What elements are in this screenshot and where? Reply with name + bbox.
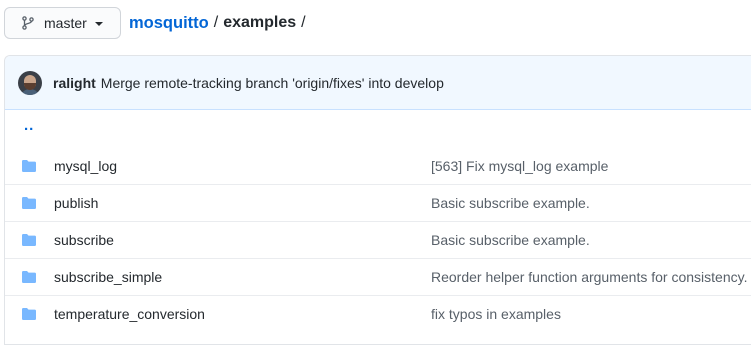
file-commit-message-link[interactable]: Basic subscribe example. [431,195,590,211]
breadcrumb: mosquitto / examples / [129,14,311,33]
file-commit-message-link[interactable]: Reorder helper function arguments for co… [431,269,747,285]
breadcrumb-current: examples [223,14,297,31]
folder-icon [21,269,37,285]
branch-name: master [44,15,87,31]
breadcrumb-separator: / [301,14,306,31]
parent-directory-row: .. [5,110,751,147]
git-branch-icon [20,15,36,31]
chevron-down-icon [94,22,103,26]
file-row: subscribe_simple Reorder helper function… [5,258,751,295]
file-name-link[interactable]: temperature_conversion [54,306,431,322]
commit-message-link[interactable]: Merge remote-tracking branch 'origin/fix… [101,75,444,91]
folder-icon [21,195,37,211]
file-browser: ralight Merge remote-tracking branch 'or… [4,55,751,345]
breadcrumb-repo-link[interactable]: mosquitto [129,14,209,33]
folder-icon [21,158,37,174]
file-row: subscribe Basic subscribe example. [5,221,751,258]
breadcrumb-separator: / [213,14,219,31]
commit-author-link[interactable]: ralight [53,75,96,91]
folder-icon [21,306,37,322]
folder-icon [21,232,37,248]
top-bar: master mosquitto / examples / [4,7,311,39]
file-name-link[interactable]: publish [54,195,431,211]
file-name-link[interactable]: mysql_log [54,158,431,174]
branch-select-button[interactable]: master [4,7,121,39]
file-commit-message-link[interactable]: fix typos in examples [431,306,561,322]
file-row: publish Basic subscribe example. [5,184,751,221]
file-name-link[interactable]: subscribe [54,232,431,248]
file-name-link[interactable]: subscribe_simple [54,269,431,285]
file-commit-message-link[interactable]: [563] Fix mysql_log example [431,158,608,174]
file-row: temperature_conversion fix typos in exam… [5,295,751,332]
file-row: mysql_log [563] Fix mysql_log example [5,147,751,184]
parent-directory-link[interactable]: .. [24,117,34,134]
avatar[interactable] [18,70,42,95]
file-commit-message-link[interactable]: Basic subscribe example. [431,232,590,248]
latest-commit-header: ralight Merge remote-tracking branch 'or… [5,56,751,110]
